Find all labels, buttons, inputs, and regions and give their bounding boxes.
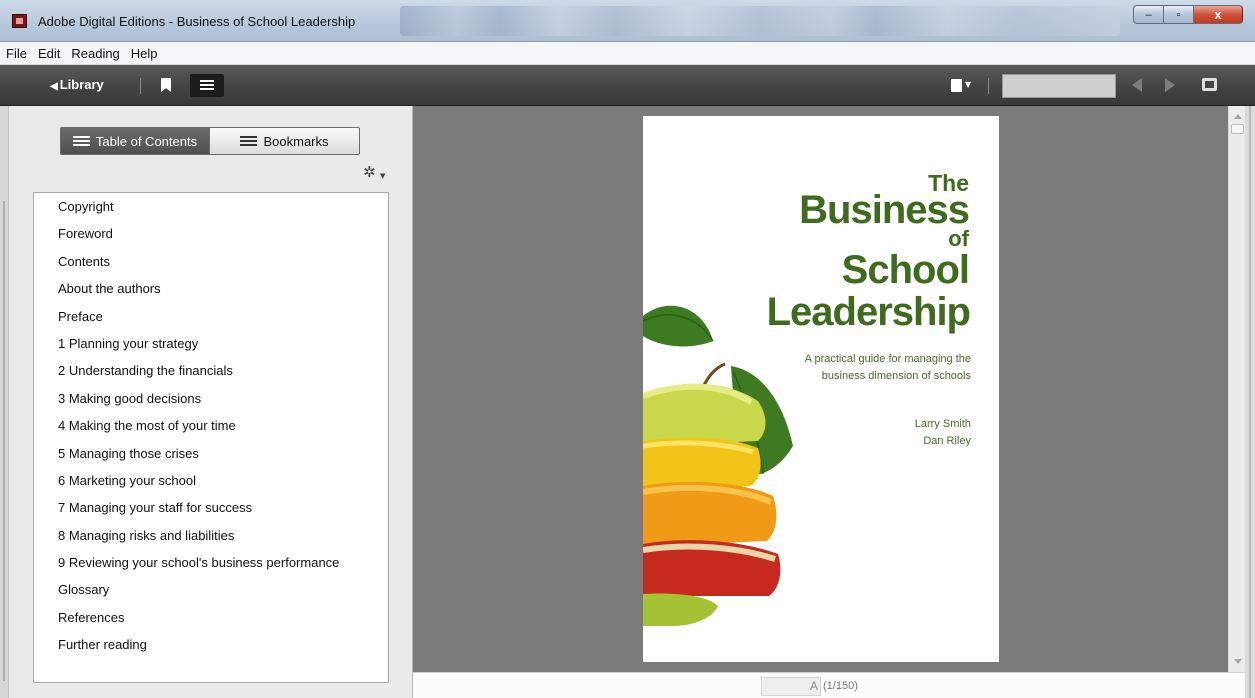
menu-file[interactable]: File [6, 46, 27, 61]
toc-item[interactable]: About the authors [34, 275, 388, 302]
toc-item[interactable]: Copyright [34, 193, 388, 220]
maximize-button[interactable]: ▫ [1163, 5, 1193, 24]
list-icon-line [200, 84, 214, 86]
toc-item[interactable]: Glossary [34, 576, 388, 603]
status-bar: A (1/150) [413, 672, 1245, 698]
list-icon-line [200, 80, 214, 82]
cover-title-line: Business [799, 188, 970, 232]
menu-reading[interactable]: Reading [71, 46, 119, 61]
toc-item[interactable]: 3 Making good decisions [34, 385, 388, 412]
stacked-fruit-illustration [643, 305, 793, 626]
close-button[interactable]: x [1193, 5, 1243, 24]
toc-item[interactable]: 4 Making the most of your time [34, 412, 388, 439]
reader-scrollbar[interactable] [1228, 106, 1245, 672]
chevron-down-icon[interactable]: ▼ [965, 80, 971, 89]
page-number-input[interactable]: A [761, 677, 821, 696]
adobe-digital-editions-icon [12, 14, 27, 28]
tab-table-of-contents[interactable]: Table of Contents [60, 127, 210, 155]
gear-icon[interactable]: ✲ [363, 165, 376, 180]
minimize-button[interactable]: – [1133, 5, 1163, 24]
tab-bookmarks[interactable]: Bookmarks [210, 127, 360, 155]
fullscreen-icon[interactable] [1202, 78, 1217, 91]
toolbar-divider [988, 78, 989, 94]
search-input[interactable] [1002, 74, 1116, 98]
toc-item[interactable]: 6 Marketing your school [34, 467, 388, 494]
window-title: Adobe Digital Editions - Business of Sch… [38, 14, 356, 29]
list-icon-line [200, 88, 214, 90]
window-controls: – ▫ x [1133, 5, 1243, 24]
titlebar-glass [400, 6, 1120, 36]
cover-subtitle: A practical guide for managing the [804, 353, 971, 365]
tab-label: Bookmarks [263, 133, 329, 149]
cover-author: Larry Smith [914, 418, 971, 430]
library-label: Library [59, 77, 104, 92]
toc-item[interactable]: 9 Reviewing your school's business perfo… [34, 549, 388, 576]
page-count: (1/150) [823, 680, 858, 692]
toc-item[interactable]: 5 Managing those crises [34, 440, 388, 467]
reader-toolbar: ◀ Library ▼ [0, 65, 1255, 106]
toc-item[interactable]: Contents [34, 248, 388, 275]
menu-help[interactable]: Help [131, 46, 158, 61]
toc-item[interactable]: 1 Planning your strategy [34, 330, 388, 357]
previous-page-icon[interactable] [1132, 78, 1142, 92]
bookmarks-list-icon [240, 135, 258, 147]
window-left-edge [0, 106, 9, 698]
menu-bar: File Edit Reading Help [0, 42, 1255, 65]
menu-edit[interactable]: Edit [38, 46, 60, 61]
toc-item[interactable]: 7 Managing your staff for success [34, 494, 388, 521]
page-view-icon[interactable] [951, 79, 962, 92]
table-of-contents-icon [72, 135, 90, 147]
scroll-down-icon[interactable] [1234, 659, 1242, 664]
scroll-up-icon[interactable] [1234, 114, 1242, 119]
toc-item[interactable]: References [34, 604, 388, 631]
cover-title-line: Leadership [766, 290, 971, 334]
window-right-edge [1245, 106, 1255, 698]
tab-label: Table of Contents [95, 133, 198, 149]
toc-item[interactable]: Preface [34, 303, 388, 330]
book-page: The Business of School Leadership A prac… [643, 116, 999, 662]
bookmark-icon[interactable] [161, 78, 171, 92]
toc-toggle-button[interactable] [190, 74, 224, 97]
chevron-down-icon[interactable]: ▼ [380, 172, 385, 180]
toc-item[interactable]: Foreword [34, 220, 388, 247]
cover-title-line: of [948, 226, 969, 251]
table-of-contents-list: Copyright Foreword Contents About the autho… [33, 192, 389, 683]
back-arrow-icon: ◀ [50, 81, 58, 92]
toc-item[interactable]: Further reading [34, 631, 388, 658]
toolbar-divider [140, 78, 141, 94]
next-page-icon[interactable] [1165, 78, 1175, 92]
cover-subtitle: business dimension of schools [821, 370, 971, 382]
cover-author: Dan Riley [923, 435, 971, 447]
cover-title-line: School [841, 248, 970, 292]
library-button[interactable]: ◀ Library [50, 77, 104, 92]
window-titlebar: Adobe Digital Editions - Business of Sch… [0, 0, 1255, 42]
toc-item[interactable]: 2 Understanding the financials [34, 357, 388, 384]
toc-item[interactable]: 8 Managing risks and liabilities [34, 522, 388, 549]
scrollbar-thumb[interactable] [1231, 124, 1244, 134]
